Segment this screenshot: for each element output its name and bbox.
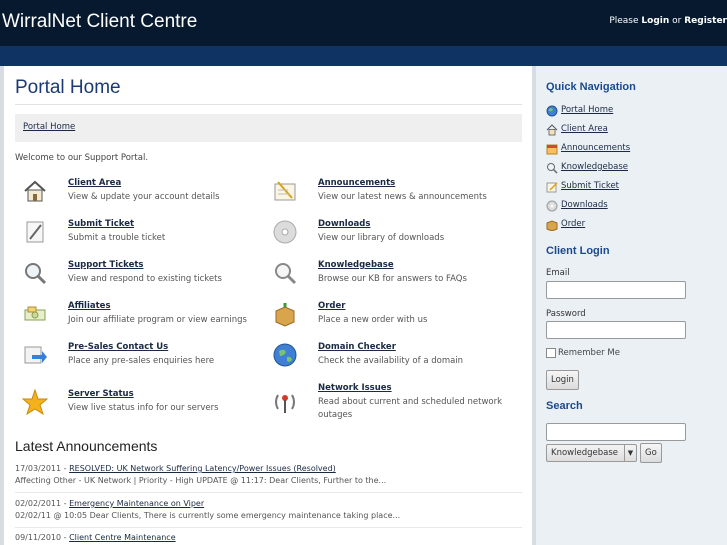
announcement-date: 17/03/2011 -	[15, 464, 67, 473]
remember-me-checkbox[interactable]	[546, 348, 556, 358]
tile-title[interactable]: Support Tickets	[68, 260, 143, 270]
chevron-down-icon: ▼	[624, 445, 636, 461]
home-icon	[546, 124, 558, 136]
search-category-select[interactable]: Knowledgebase ▼	[546, 444, 637, 462]
announcement-divider	[15, 492, 522, 493]
announcement-item: 17/03/2011 - RESOLVED: UK Network Suffer…	[15, 464, 386, 485]
disc-icon	[546, 200, 558, 212]
star-icon[interactable]	[22, 389, 48, 415]
tile-description: Join our affiliate program or view earni…	[68, 315, 247, 325]
tile-title[interactable]: Network Issues	[318, 383, 392, 393]
calendar-icon	[546, 144, 558, 155]
announcement-link[interactable]: Client Centre Maintenance	[69, 533, 176, 542]
tile-title[interactable]: Knowledgebase	[318, 260, 394, 270]
tile-description: View & update your account details	[68, 192, 220, 202]
edit-icon	[546, 182, 558, 193]
box-icon[interactable]	[272, 301, 298, 327]
tile-description: Place a new order with us	[318, 315, 428, 325]
tile-title[interactable]: Submit Ticket	[68, 219, 134, 229]
box-icon	[546, 220, 558, 231]
tile-title[interactable]: Order	[318, 301, 345, 311]
tile-title[interactable]: Downloads	[318, 219, 370, 229]
login-link[interactable]: Login	[641, 16, 669, 26]
tile-description: Submit a trouble ticket	[68, 233, 166, 243]
globe-icon	[546, 105, 558, 117]
announcement-date: 02/02/2011 -	[15, 499, 67, 508]
top-auth-links: Please Login or Register	[609, 16, 727, 26]
tile-title[interactable]: Announcements	[318, 178, 395, 188]
tile-description: Browse our KB for answers to FAQs	[318, 274, 467, 284]
tile-title[interactable]: Client Area	[68, 178, 121, 188]
home-icon[interactable]	[22, 178, 48, 204]
tile-description: Read about current and scheduled network…	[318, 397, 503, 420]
tile-title[interactable]: Pre-Sales Contact Us	[68, 342, 168, 352]
breadcrumb-portal-home[interactable]: Portal Home	[23, 122, 75, 132]
password-label: Password	[546, 309, 586, 319]
breadcrumb: Portal Home	[15, 114, 522, 142]
announcements-heading: Latest Announcements	[15, 438, 158, 454]
sidebar-item-label[interactable]: Order	[561, 219, 585, 229]
sidebar: Quick Navigation Portal Home Client Area…	[536, 66, 727, 545]
announcement-date: 09/11/2010 -	[15, 533, 67, 542]
sidebar-item-label[interactable]: Submit Ticket	[561, 181, 619, 191]
email-label: Email	[546, 268, 570, 278]
auth-or-text: or	[672, 16, 682, 26]
tile-title[interactable]: Domain Checker	[318, 342, 396, 352]
announcement-item: 09/11/2010 - Client Centre Maintenance	[15, 533, 176, 542]
main-content: Portal Home Portal Home Welcome to our S…	[4, 66, 532, 545]
title-divider	[15, 104, 522, 105]
search-input[interactable]	[546, 423, 686, 441]
page-title: Portal Home	[15, 77, 121, 98]
select-value: Knowledgebase	[551, 448, 618, 458]
welcome-text: Welcome to our Support Portal.	[15, 153, 149, 163]
login-button[interactable]: Login	[546, 370, 579, 390]
sidebar-item-label[interactable]: Downloads	[561, 200, 608, 210]
magnifier-icon[interactable]	[22, 260, 48, 286]
auth-prefix-text: Please	[609, 16, 639, 26]
go-button[interactable]: Go	[640, 443, 662, 463]
password-field[interactable]	[546, 321, 686, 339]
tile-title[interactable]: Server Status	[68, 389, 134, 399]
tile-description: View our library of downloads	[318, 233, 445, 243]
register-link[interactable]: Register	[684, 16, 727, 26]
tile-description: Place any pre-sales enquiries here	[68, 356, 215, 366]
money-icon[interactable]	[22, 301, 48, 327]
pencil-paper-icon[interactable]	[22, 219, 48, 245]
magnifier-icon[interactable]	[272, 260, 298, 286]
quick-navigation-heading: Quick Navigation	[546, 81, 636, 93]
tile-description: View live status info for our servers	[68, 403, 219, 413]
disc-icon[interactable]	[272, 219, 298, 245]
tile-title[interactable]: Affiliates	[68, 301, 111, 311]
client-login-heading: Client Login	[546, 245, 610, 257]
announcement-link[interactable]: RESOLVED: UK Network Suffering Latency/P…	[69, 464, 336, 473]
announcement-excerpt: 02/02/11 @ 10:05 Dear Clients, There is …	[15, 511, 401, 520]
search-heading: Search	[546, 400, 583, 412]
header-band	[0, 46, 727, 66]
sidebar-item-label[interactable]: Announcements	[561, 143, 630, 153]
antenna-icon[interactable]	[272, 389, 298, 415]
sidebar-item-label[interactable]: Client Area	[561, 124, 608, 134]
magnifier-icon	[547, 163, 558, 174]
sidebar-item-label[interactable]: Knowledgebase	[561, 162, 628, 172]
globe-icon[interactable]	[272, 342, 298, 368]
announcement-link[interactable]: Emergency Maintenance on Viper	[69, 499, 204, 508]
tile-description: View and respond to existing tickets	[68, 274, 222, 284]
forward-arrow-icon[interactable]	[22, 342, 48, 368]
announcement-divider	[15, 527, 522, 528]
tile-description: View our latest news & announcements	[318, 192, 487, 202]
site-header: WirralNet Client Centre Please Login or …	[0, 0, 727, 46]
announcement-item: 02/02/2011 - Emergency Maintenance on Vi…	[15, 499, 400, 520]
tile-description: Check the availability of a domain	[318, 356, 464, 366]
announcement-excerpt: Affecting Other - UK Network | Priority …	[15, 476, 387, 485]
site-logo[interactable]: WirralNet Client Centre	[2, 11, 197, 33]
remember-me-label: Remember Me	[558, 348, 620, 358]
notepad-icon[interactable]	[272, 178, 298, 204]
email-field[interactable]	[546, 281, 686, 299]
sidebar-item-label[interactable]: Portal Home	[561, 105, 613, 115]
